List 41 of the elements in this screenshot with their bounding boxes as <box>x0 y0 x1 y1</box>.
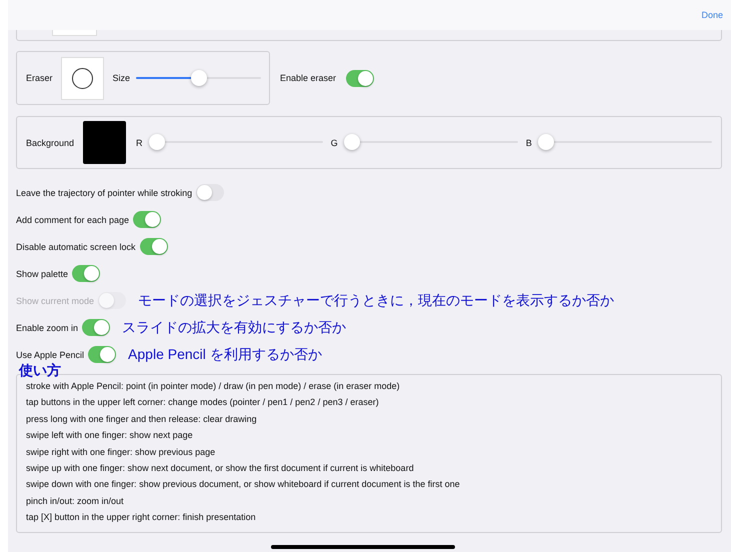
usage-text: swipe up with one finger: show next document, or show the first document if current is whiteboard <box>26 462 415 476</box>
channel-label: R <box>136 138 143 148</box>
toggle-switch[interactable] <box>133 211 162 228</box>
setting-label: Leave the trajectory of pointer while stroking <box>16 188 192 198</box>
toggle-switch[interactable] <box>140 238 168 255</box>
slider[interactable] <box>148 134 323 151</box>
slider[interactable] <box>538 134 712 151</box>
setting-label: Enable zoom in <box>16 322 78 332</box>
toggle-switch[interactable] <box>88 346 116 363</box>
toggle-switch[interactable] <box>82 319 110 336</box>
toggle-switch[interactable] <box>196 184 224 201</box>
usage-text: tap buttons in the upper left corner: change modes (pointer / pen1 / pen2 / pen3 / eraser) <box>26 396 380 410</box>
color-swatch <box>83 121 126 164</box>
setting-label: Show palette <box>16 268 68 278</box>
eraser-label: Eraser <box>26 73 53 83</box>
setting-label: Show current mode <box>16 296 94 306</box>
annotation-text: モードの選択をジェスチャーで行うときに，現在のモードを表示するか否か <box>138 292 614 310</box>
size-label: Size <box>112 73 130 83</box>
usage-text: press long with one finger and then release: clear drawing <box>26 412 258 426</box>
annotation-text: Apple Pencil を利用するか否か <box>128 346 322 364</box>
toggle-switch[interactable] <box>72 265 100 282</box>
circle-icon <box>72 68 93 88</box>
done-button[interactable]: Done <box>701 10 723 20</box>
background-label: Background <box>26 138 74 148</box>
usage-text: swipe down with one finger: show previous document, or show whiteboard if current document is the first one <box>26 478 461 492</box>
usage-text: stroke with Apple Pencil: point (in pointer mode) / draw (in pen mode) / erase (in eraser mode) <box>26 380 401 393</box>
usage-text: tap [X] button in the upper right corner: finish presentation <box>26 511 257 524</box>
usage-text: swipe right with one finger: show previous page <box>26 446 216 459</box>
enable-eraser-label: Enable eraser <box>280 73 336 83</box>
toggle-switch[interactable] <box>346 70 374 86</box>
usage-text: pinch in/out: zoom in/out <box>26 494 125 508</box>
annotation-heading: 使い方 <box>19 363 62 377</box>
channel-label: G <box>330 138 338 148</box>
setting-label: Use Apple Pencil <box>16 350 84 360</box>
setting-label: Add comment for each page <box>16 214 130 224</box>
usage-text: swipe left with one finger: show next page <box>26 429 194 442</box>
slider[interactable] <box>344 134 518 151</box>
channel-label: B <box>526 138 532 148</box>
slider[interactable] <box>136 70 262 86</box>
annotation-text: スライドの拡大を有効にするか否か <box>122 318 346 336</box>
setting-label: Disable automatic screen lock <box>16 242 136 252</box>
